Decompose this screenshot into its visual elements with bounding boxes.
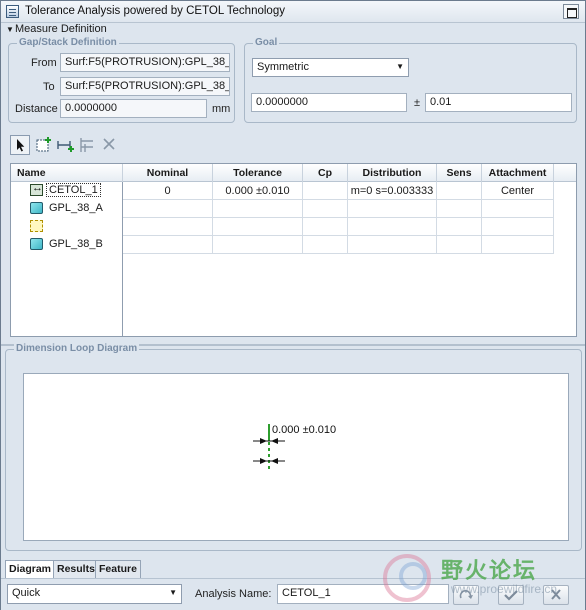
from-label: From: [31, 57, 57, 69]
dropdown-arrow-icon[interactable]: ▼: [396, 62, 404, 71]
surface-icon: [30, 238, 43, 250]
cell-nominal: 0: [123, 182, 213, 200]
bottom-bar: Quick ▼ Analysis Name: CETOL_1: [1, 578, 585, 610]
tab-results[interactable]: Results: [53, 560, 99, 578]
col-attachment[interactable]: Attachment: [482, 164, 554, 182]
add-dimension-icon: [57, 141, 74, 152]
name-tree: CETOL_1 GPL_38_A GPL_38_B: [11, 182, 123, 336]
goal-type-value: Symmetric: [257, 61, 309, 73]
to-label: To: [43, 81, 55, 93]
arrow-cursor-icon: [17, 139, 25, 152]
to-field[interactable]: Surf:F5(PROTRUSION):GPL_38_B: [60, 77, 230, 96]
analysis-mode-select[interactable]: Quick ▼: [7, 584, 182, 604]
cell-attachment: Center: [482, 182, 554, 200]
tree-item-label: GPL_38_A: [49, 202, 103, 214]
col-distribution[interactable]: Distribution: [348, 164, 437, 182]
col-nominal[interactable]: Nominal: [123, 164, 213, 182]
insert-loop-button[interactable]: [78, 135, 98, 155]
loop-annotation: 0.000 ±0.010: [272, 424, 337, 436]
col-sens[interactable]: Sens: [437, 164, 482, 182]
dimension-loop-canvas[interactable]: 0.000 ±0.010: [23, 373, 569, 541]
tree-item-label: CETOL_1: [46, 183, 101, 197]
checkmark-icon: [504, 590, 518, 601]
tree-item-gpl-38-a[interactable]: GPL_38_A: [11, 200, 122, 218]
dimension-loop-legend: Dimension Loop Diagram: [14, 343, 140, 354]
add-box-icon: [36, 137, 51, 152]
from-field[interactable]: Surf:F5(PROTRUSION):GPL_38_A: [60, 53, 230, 72]
measure-definition-label: Measure Definition: [15, 23, 107, 35]
recompute-icon: [459, 590, 473, 599]
dimension-icon: [30, 182, 43, 196]
loop-diagram-graphic: [253, 424, 285, 472]
cetol-window: Tolerance Analysis powered by CETOL Tech…: [0, 0, 586, 610]
delete-x-icon: [103, 138, 115, 150]
loop-insert-icon: [80, 138, 93, 152]
analysis-name-label: Analysis Name:: [195, 588, 272, 600]
cell-sens: [437, 182, 482, 200]
distance-label: Distance: [15, 103, 58, 115]
surface-icon: [30, 202, 43, 214]
cell-tolerance: 0.000 ±0.010: [213, 182, 303, 200]
ok-button[interactable]: [498, 585, 524, 605]
dimension-loop-panel: Dimension Loop Diagram 0.000 ±0.010: [5, 343, 582, 551]
gap-stack-legend: Gap/Stack Definition: [17, 37, 119, 48]
table-row[interactable]: [123, 200, 554, 218]
analysis-name-field[interactable]: CETOL_1: [277, 584, 449, 604]
delete-button[interactable]: [100, 135, 120, 155]
analysis-table: Name Nominal Tolerance Cp Distribution S…: [10, 163, 577, 337]
cell-cp: [303, 182, 348, 200]
tree-item-label: GPL_38_B: [49, 238, 103, 250]
add-item-button[interactable]: [34, 135, 54, 155]
window-title: Tolerance Analysis powered by CETOL Tech…: [25, 5, 285, 17]
close-icon: [551, 589, 561, 600]
table-row[interactable]: [123, 218, 554, 236]
col-tolerance[interactable]: Tolerance: [213, 164, 303, 182]
tree-item-placeholder[interactable]: [11, 218, 122, 236]
distance-unit: mm: [212, 103, 231, 115]
tree-item-gpl-38-b[interactable]: GPL_38_B: [11, 236, 122, 254]
distance-field[interactable]: 0.0000000: [60, 99, 207, 118]
maximize-button[interactable]: [563, 4, 579, 19]
goal-type-select[interactable]: Symmetric ▼: [252, 58, 409, 77]
select-pointer-button[interactable]: [10, 135, 30, 155]
table-row[interactable]: [123, 236, 554, 254]
col-cp[interactable]: Cp: [303, 164, 348, 182]
datum-placeholder-icon: [30, 220, 43, 232]
col-name[interactable]: Name: [11, 164, 123, 182]
tab-diagram[interactable]: Diagram: [5, 560, 56, 579]
tab-feature[interactable]: Feature: [95, 560, 141, 578]
goal-value-field[interactable]: 0.0000000: [251, 93, 407, 112]
collapse-triangle-icon[interactable]: ▼: [6, 25, 14, 34]
recompute-button[interactable]: [453, 585, 479, 605]
goal-tolerance-field[interactable]: 0.01: [425, 93, 572, 112]
analysis-mode-value: Quick: [12, 587, 41, 599]
tree-item-cetol[interactable]: CETOL_1: [11, 182, 122, 200]
cell-distribution: m=0 s=0.003333: [348, 182, 437, 200]
title-bar: Tolerance Analysis powered by CETOL Tech…: [1, 1, 585, 23]
table-row[interactable]: 0 0.000 ±0.010 m=0 s=0.003333 Center: [123, 182, 554, 200]
goal-legend: Goal: [253, 37, 280, 48]
cancel-button[interactable]: [543, 585, 569, 605]
app-icon: [6, 5, 19, 18]
dropdown-arrow-icon[interactable]: ▼: [169, 588, 177, 597]
table-header: Name Nominal Tolerance Cp Distribution S…: [11, 164, 576, 182]
measure-definition-header[interactable]: ▼ Measure Definition: [1, 23, 585, 37]
add-dimension-button[interactable]: [56, 135, 76, 155]
plus-minus-label: ±: [414, 97, 421, 109]
